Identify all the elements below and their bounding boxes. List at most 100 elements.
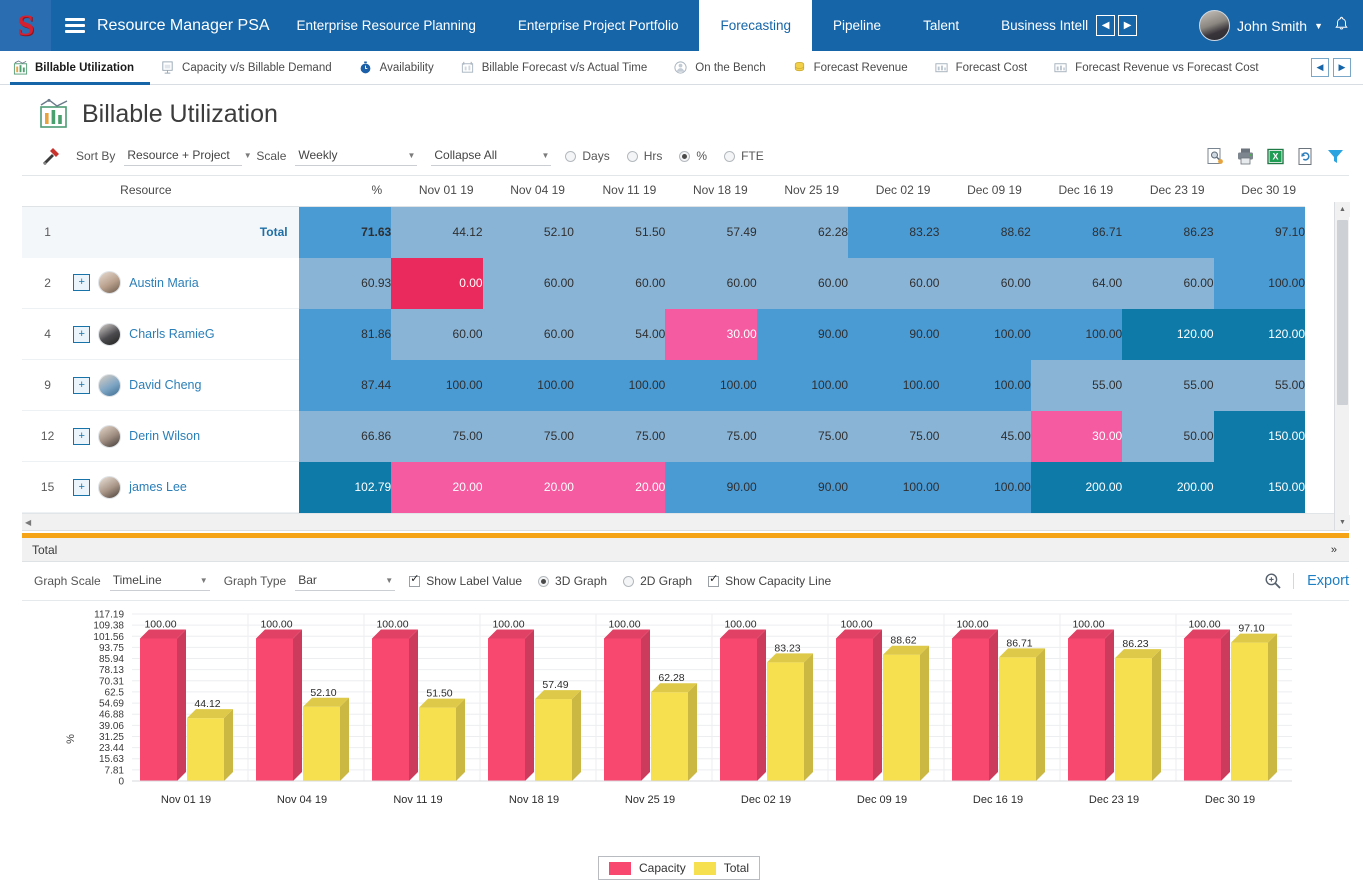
preview-icon[interactable] bbox=[1206, 147, 1225, 166]
col-week-3[interactable]: Nov 11 19 bbox=[573, 176, 666, 207]
cell-week-2[interactable]: 60.00 bbox=[482, 257, 574, 309]
cell-week-7[interactable]: 100.00 bbox=[939, 308, 1031, 360]
cell-week-2[interactable]: 100.00 bbox=[482, 359, 574, 411]
cell-week-9[interactable]: 200.00 bbox=[1122, 461, 1214, 513]
nav-item-business-intelligence[interactable]: Business Intelligence bbox=[980, 0, 1088, 51]
cell-week-5[interactable]: 62.28 bbox=[756, 206, 849, 258]
cell-week-1[interactable]: 75.00 bbox=[391, 410, 483, 462]
collapse-chevron-icon[interactable]: » bbox=[1331, 544, 1337, 556]
cell-percent[interactable]: 60.93 bbox=[298, 257, 392, 309]
cell-week-9[interactable]: 60.00 bbox=[1122, 257, 1214, 309]
col-percent[interactable]: % bbox=[298, 176, 392, 207]
expand-row-button[interactable]: + bbox=[73, 376, 91, 394]
hamburger-menu-icon[interactable] bbox=[65, 0, 85, 51]
resource-name[interactable]: Derin Wilson bbox=[129, 429, 200, 443]
cell-week-3[interactable]: 60.00 bbox=[573, 257, 666, 309]
cell-week-7[interactable]: 60.00 bbox=[939, 257, 1031, 309]
chart-bar-total-9[interactable] bbox=[1115, 649, 1161, 781]
scroll-down-arrow-icon[interactable]: ▼ bbox=[1335, 515, 1350, 530]
cell-week-1[interactable]: 100.00 bbox=[391, 359, 483, 411]
cell-week-10[interactable]: 55.00 bbox=[1213, 359, 1305, 411]
cell-week-5[interactable]: 90.00 bbox=[756, 461, 849, 513]
tab-billable-utilization[interactable]: Billable Utilization bbox=[0, 51, 147, 84]
chart-bar-capacity-8[interactable] bbox=[952, 629, 998, 781]
scroll-thumb[interactable] bbox=[1337, 220, 1348, 405]
filter-icon[interactable] bbox=[1326, 147, 1345, 166]
expand-row-button[interactable]: + bbox=[73, 325, 91, 343]
col-week-1[interactable]: Nov 01 19 bbox=[391, 176, 483, 207]
nav-prev-arrow-icon[interactable]: ◀ bbox=[1096, 15, 1116, 36]
cell-week-7[interactable]: 45.00 bbox=[939, 410, 1031, 462]
chart-bar-total-4[interactable] bbox=[535, 690, 581, 781]
cell-week-3[interactable]: 20.00 bbox=[573, 461, 666, 513]
unit-radio-days[interactable]: Days bbox=[565, 149, 610, 163]
cell-week-2[interactable]: 60.00 bbox=[482, 308, 574, 360]
cell-week-3[interactable]: 75.00 bbox=[573, 410, 666, 462]
3d-graph-radio[interactable]: 3D Graph bbox=[538, 574, 607, 588]
tab-forecast-revenue-vs-forecast-cost[interactable]: Forecast Revenue vs Forecast Cost bbox=[1040, 51, 1271, 84]
resource-name[interactable]: james Lee bbox=[129, 480, 187, 494]
show-capacity-line-checkbox[interactable]: Show Capacity Line bbox=[708, 574, 831, 588]
cell-week-6[interactable]: 83.23 bbox=[848, 206, 940, 258]
user-menu[interactable]: John Smith ▼ bbox=[1199, 0, 1363, 51]
cell-week-1[interactable]: 44.12 bbox=[391, 206, 483, 258]
cell-week-8[interactable]: 64.00 bbox=[1030, 257, 1123, 309]
expand-row-button[interactable]: + bbox=[73, 478, 91, 496]
cell-week-10[interactable]: 150.00 bbox=[1213, 461, 1305, 513]
cell-week-9[interactable]: 55.00 bbox=[1122, 359, 1214, 411]
chart-bar-total-2[interactable] bbox=[303, 697, 349, 781]
export-button[interactable]: Export bbox=[1293, 573, 1349, 589]
tab-billable-forecast-vs-actual-time[interactable]: Billable Forecast v/s Actual Time bbox=[447, 51, 661, 84]
print-icon[interactable] bbox=[1236, 147, 1255, 166]
cell-week-9[interactable]: 120.00 bbox=[1122, 308, 1214, 360]
nav-item-talent[interactable]: Talent bbox=[902, 0, 980, 51]
chart-bar-capacity-9[interactable] bbox=[1068, 629, 1114, 781]
cell-week-3[interactable]: 51.50 bbox=[573, 206, 666, 258]
cell-week-7[interactable]: 100.00 bbox=[939, 461, 1031, 513]
subtab-prev-arrow-icon[interactable]: ◀ bbox=[1311, 58, 1329, 77]
tab-forecast-revenue[interactable]: Forecast Revenue bbox=[779, 51, 921, 84]
col-week-5[interactable]: Nov 25 19 bbox=[756, 176, 849, 207]
cell-week-4[interactable]: 57.49 bbox=[665, 206, 757, 258]
cell-week-8[interactable]: 30.00 bbox=[1030, 410, 1123, 462]
cell-week-1[interactable]: 20.00 bbox=[391, 461, 483, 513]
cell-week-1[interactable]: 60.00 bbox=[391, 308, 483, 360]
cell-week-3[interactable]: 100.00 bbox=[573, 359, 666, 411]
expand-row-button[interactable]: + bbox=[73, 274, 91, 292]
chart-bar-capacity-3[interactable] bbox=[372, 629, 418, 781]
expand-row-button[interactable]: + bbox=[73, 427, 91, 445]
col-week-4[interactable]: Nov 18 19 bbox=[665, 176, 757, 207]
unit-radio-hrs[interactable]: Hrs bbox=[626, 149, 662, 163]
chart-bar-capacity-6[interactable] bbox=[720, 629, 766, 781]
cell-week-6[interactable]: 60.00 bbox=[848, 257, 940, 309]
show-label-value-checkbox[interactable]: Show Label Value bbox=[409, 574, 522, 588]
unit-radio-percent[interactable]: % bbox=[679, 149, 707, 163]
settings-tools-icon[interactable] bbox=[40, 145, 62, 167]
col-week-8[interactable]: Dec 16 19 bbox=[1030, 176, 1123, 207]
scroll-left-arrow-icon[interactable]: ◀ bbox=[25, 518, 31, 527]
cell-week-7[interactable]: 100.00 bbox=[939, 359, 1031, 411]
cell-percent[interactable]: 102.79 bbox=[298, 461, 392, 513]
cell-percent[interactable]: 81.86 bbox=[298, 308, 392, 360]
cell-week-10[interactable]: 100.00 bbox=[1213, 257, 1305, 309]
table-row[interactable]: 12 + Derin Wilson 66.86 75.00 75.00 75.00 75.00… bbox=[22, 410, 1305, 462]
chart-bar-total-10[interactable] bbox=[1231, 633, 1277, 781]
cell-percent[interactable]: 87.44 bbox=[298, 359, 392, 411]
nav-item-epp[interactable]: Enterprise Project Portfolio bbox=[497, 0, 700, 51]
tab-on-the-bench[interactable]: On the Bench bbox=[660, 51, 778, 84]
chart-bar-capacity-4[interactable] bbox=[488, 629, 534, 781]
cell-percent[interactable]: 66.86 bbox=[298, 410, 392, 462]
col-week-10[interactable]: Dec 30 19 bbox=[1213, 176, 1305, 207]
scroll-up-arrow-icon[interactable]: ▲ bbox=[1335, 202, 1350, 217]
cell-week-4[interactable]: 90.00 bbox=[665, 461, 757, 513]
chart-bar-total-3[interactable] bbox=[419, 698, 465, 781]
graph-scale-select[interactable]: TimeLine ▼ bbox=[109, 571, 210, 591]
cell-week-10[interactable]: 150.00 bbox=[1213, 410, 1305, 462]
chart-bar-total-8[interactable] bbox=[999, 648, 1045, 781]
resource-name[interactable]: Austin Maria bbox=[129, 276, 198, 290]
table-row[interactable]: 2 + Austin Maria 60.93 0.00 60.00 60.00 60.00 60… bbox=[22, 257, 1305, 309]
cell-week-6[interactable]: 100.00 bbox=[848, 461, 940, 513]
graph-type-select[interactable]: Bar ▼ bbox=[295, 571, 396, 591]
tab-availability[interactable]: Availability bbox=[345, 51, 447, 84]
cell-week-10[interactable]: 97.10 bbox=[1213, 206, 1305, 258]
